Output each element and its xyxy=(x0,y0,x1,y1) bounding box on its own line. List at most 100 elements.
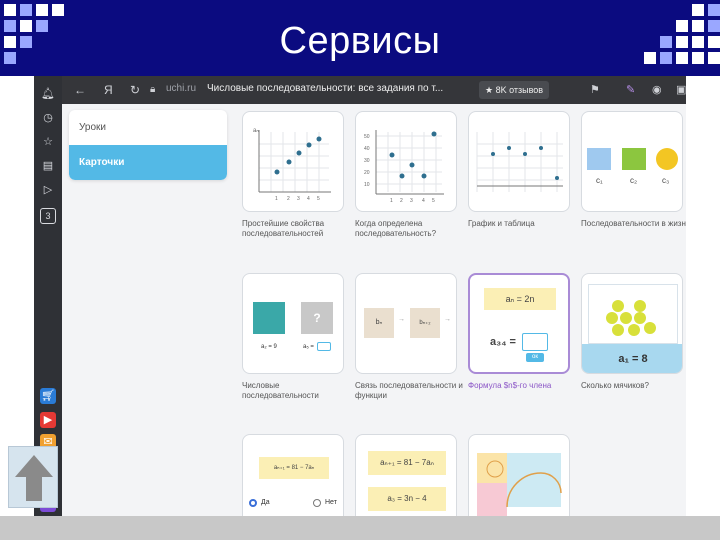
formula-box: aₙ₊₁ = 81 − 7aₙ xyxy=(259,457,329,479)
back-button[interactable]: ← xyxy=(74,83,86,97)
ball xyxy=(644,322,656,334)
tick-label: 50 xyxy=(364,134,370,140)
card-when-defined[interactable]: 50 40 30 20 10 1 2 3 4 5 xyxy=(355,111,457,212)
clock-icon[interactable]: ◷ xyxy=(40,110,56,126)
golden-spiral-picture xyxy=(477,453,562,516)
feather-icon[interactable]: ✎ xyxy=(626,83,635,96)
tick-label: 3 xyxy=(410,198,413,204)
ball xyxy=(606,312,618,324)
ball xyxy=(634,300,646,312)
reload-button[interactable]: ↻ xyxy=(130,83,140,97)
extensions-icon[interactable]: ▣ xyxy=(676,83,686,96)
tick-label: 1 xyxy=(275,196,278,202)
card-how-many-balls[interactable]: a₁ = 8 xyxy=(581,273,683,374)
collections-icon[interactable]: ▤ xyxy=(40,158,56,174)
card-simple-properties[interactable]: aₙ 1 2 3 4 5 xyxy=(242,111,344,212)
card-caption: Числовые последовательности xyxy=(242,381,319,400)
answer-input xyxy=(522,333,548,351)
slide-title: Сервисы xyxy=(279,20,441,62)
play-icon[interactable]: ▷ xyxy=(40,182,56,198)
grid-picture xyxy=(253,302,285,334)
reviews-badge[interactable]: ★ 8K отзывов xyxy=(479,81,550,99)
sidebar-item-lessons[interactable]: Уроки xyxy=(69,110,227,145)
radio-yes-label: Да xyxy=(261,499,270,506)
card-sequences-in-life[interactable]: c₁ c₂ c₃ xyxy=(581,111,683,212)
market-icon[interactable]: 🛒︎ xyxy=(40,388,56,404)
yandex-logo-button[interactable]: Я xyxy=(104,83,113,97)
card-caption: Сколько мячиков? xyxy=(581,381,649,390)
label-c1: c₁ xyxy=(596,176,603,185)
number-3-icon[interactable]: 3 xyxy=(40,208,56,224)
formula-box-1: aₙ₊₁ = 81 − 7aₙ xyxy=(368,451,446,475)
ball xyxy=(634,312,646,324)
ball xyxy=(612,300,624,312)
protect-icon[interactable]: ◉ xyxy=(652,83,662,96)
tick-label: 30 xyxy=(364,158,370,164)
card-recurrence-choice[interactable]: aₙ₊₁ = 81 − 7aₙ Да Нет xyxy=(242,434,344,516)
ball xyxy=(628,324,640,336)
scatter-preview-1: aₙ 1 2 3 4 5 xyxy=(253,128,331,202)
tick-label: 40 xyxy=(364,146,370,152)
formula-box-2: a₃ = 3n − 4 xyxy=(368,487,446,511)
star-icon[interactable]: ☆ xyxy=(40,134,56,150)
page-title: Числовые последовательности: все задания… xyxy=(207,83,444,94)
yellow-circle xyxy=(656,148,678,170)
scatter-preview-2: 50 40 30 20 10 1 2 3 4 5 xyxy=(364,130,444,204)
eq-a5: a₅ = xyxy=(303,344,314,350)
ball xyxy=(620,312,632,324)
eq-a2: a₂ = 9 xyxy=(261,344,277,350)
box-bn: bₙ xyxy=(364,308,394,338)
tick-label: 10 xyxy=(364,182,370,188)
tick-label: 2 xyxy=(287,196,290,202)
up-arrow-icon xyxy=(15,455,53,501)
axis-label: aₙ xyxy=(253,128,259,134)
card-sequence-function[interactable]: bₙ → bₙ₊₂ → xyxy=(355,273,457,374)
card-recurrence-formulas[interactable]: aₙ₊₁ = 81 − 7aₙ a₃ = 3n − 4 xyxy=(355,434,457,516)
card-caption: График и таблица xyxy=(468,219,535,228)
sidebar-menu: Уроки Карточки xyxy=(69,110,227,180)
tick-label: 20 xyxy=(364,170,370,176)
radio-yes xyxy=(249,499,257,507)
radio-no-label: Нет xyxy=(325,499,337,506)
formula-box: aₙ = 2n xyxy=(484,288,556,310)
card-caption: Последовательности в жизни xyxy=(581,219,686,228)
tick-label: 5 xyxy=(432,198,435,204)
card-caption: Когда определена последовательность? xyxy=(355,219,437,238)
label-c2: c₂ xyxy=(630,176,638,185)
tick-label: 1 xyxy=(390,198,393,204)
bottom-strip xyxy=(0,516,720,540)
water-label: a₁ = 8 xyxy=(582,344,682,373)
lock-icon: 🔒︎ xyxy=(150,84,156,95)
ball xyxy=(612,324,624,336)
tick-label: 2 xyxy=(400,198,403,204)
tick-label: 3 xyxy=(297,196,300,202)
home-arrow-button[interactable] xyxy=(8,446,58,508)
address-url[interactable]: uchi.ru xyxy=(166,83,196,94)
tick-label: 5 xyxy=(317,196,320,202)
arrow-icon: → xyxy=(444,316,451,323)
card-golden-spiral[interactable] xyxy=(468,434,570,516)
sidebar-item-cards[interactable]: Карточки xyxy=(69,145,227,180)
card-graph-table[interactable] xyxy=(468,111,570,212)
scatter-preview-3 xyxy=(476,132,563,192)
arrow-icon: → xyxy=(398,316,405,323)
tick-label: 4 xyxy=(422,198,425,204)
video-icon[interactable]: ▶ xyxy=(40,412,56,428)
card-caption: Связь последовательности и функции xyxy=(355,381,463,400)
question-box: ? xyxy=(301,302,333,334)
card-caption: Формула $n$-го члена xyxy=(468,381,552,390)
bookmark-icon[interactable]: ⚑ xyxy=(590,83,600,96)
card-caption: Простейшие свойства последовательностей xyxy=(242,219,325,238)
radio-no xyxy=(313,499,321,507)
card-numeric-sequences[interactable]: ? a₂ = 9 a₅ = xyxy=(242,273,344,374)
bell-icon[interactable]: 🔔︎ xyxy=(40,86,56,102)
green-square xyxy=(622,148,646,170)
browser-screenshot: 🔔︎ ◷ ☆ ▤ ▷ 3 🛒︎ ▶ ✉ + ➤ ← Я ↻ 🔒︎ uchi.ru… xyxy=(34,76,686,516)
blue-square xyxy=(587,148,611,170)
card-nth-term-formula[interactable]: aₙ = 2n a₃₄ = ок xyxy=(468,273,570,374)
ok-button: ок xyxy=(526,353,544,362)
a34-label: a₃₄ = xyxy=(490,336,516,348)
answer-field xyxy=(317,342,331,351)
tick-label: 4 xyxy=(307,196,310,202)
label-c3: c₃ xyxy=(662,176,670,185)
